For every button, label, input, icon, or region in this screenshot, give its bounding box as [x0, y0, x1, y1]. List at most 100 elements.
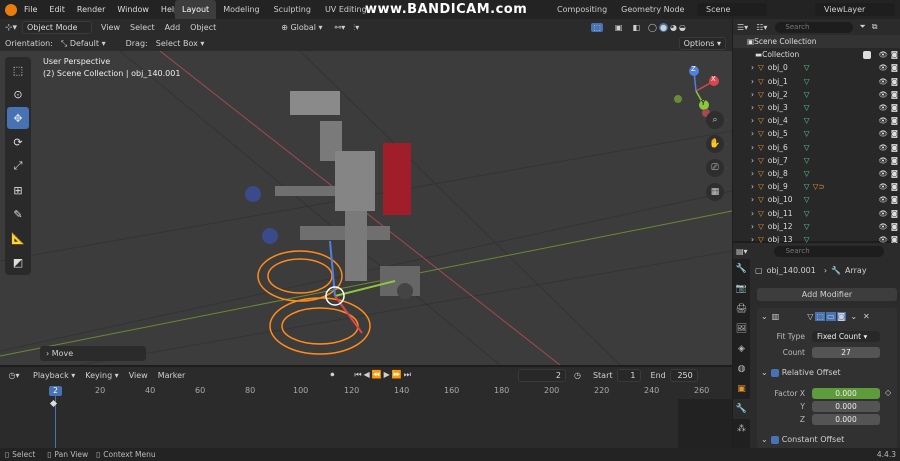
menu-add[interactable]: Add: [160, 23, 186, 32]
xray-icon[interactable]: ◧: [632, 23, 640, 32]
menu-file[interactable]: File: [18, 0, 43, 19]
shading-solid-icon[interactable]: ●: [658, 23, 668, 32]
menu-view[interactable]: View: [96, 23, 125, 32]
move-icon[interactable]: ✥: [7, 107, 29, 129]
object-visibility-icon[interactable]: 👁: [878, 182, 888, 191]
end-frame-field[interactable]: 250: [669, 368, 698, 382]
relative-offset-header[interactable]: ⌄ Relative Offset: [761, 368, 841, 377]
menu-window[interactable]: Window: [111, 0, 155, 19]
tool-tab-icon[interactable]: 🔧: [733, 259, 750, 279]
outliner-object-row[interactable]: › ▽ obj_8 ▽ 👁 ◙: [733, 167, 900, 180]
scene-tab-icon[interactable]: ◈: [733, 339, 750, 359]
object-visibility-icon[interactable]: 👁: [878, 143, 888, 152]
preview-range-icon[interactable]: ◷: [574, 371, 581, 380]
timeline-editor-icon[interactable]: ◷▾: [0, 371, 28, 380]
menu-edit[interactable]: Edit: [43, 0, 71, 19]
object-render-icon[interactable]: ◙: [891, 169, 898, 178]
modifier-collapse-icon[interactable]: ⌄: [761, 312, 768, 321]
transform-icon[interactable]: ⊞: [7, 179, 29, 201]
timeline-menu-keying[interactable]: Keying ▾: [80, 371, 123, 380]
outliner-scene-collection-row[interactable]: ▣ Scene Collection: [733, 35, 900, 49]
outliner-editor-icon[interactable]: ☰▾: [737, 23, 748, 32]
gizmo-toggle-icon[interactable]: ▣: [615, 23, 623, 32]
world-tab-icon[interactable]: ◍: [733, 359, 750, 379]
blender-logo-icon[interactable]: [5, 4, 17, 16]
overlay-icon[interactable]: ⬚: [591, 23, 603, 32]
menu-object[interactable]: Object: [185, 23, 221, 32]
outliner-display-mode-icon[interactable]: ☷▾: [756, 23, 767, 32]
playback-controls[interactable]: ⏮◀⏪▶⏩⏭: [354, 370, 413, 380]
outliner[interactable]: ☰▾ ☷▾ Search ⏷ ⧉ ▣ Scene Collection ▬ Co…: [733, 19, 900, 244]
record-icon[interactable]: ⏺: [330, 370, 334, 380]
perspective-grid-icon[interactable]: ▦: [706, 183, 724, 201]
render-tab-icon[interactable]: 📷: [733, 279, 750, 299]
mode-dropdown[interactable]: Object Mode: [22, 21, 92, 34]
object-render-icon[interactable]: ◙: [891, 143, 898, 152]
object-render-icon[interactable]: ◙: [891, 77, 898, 86]
options-dropdown[interactable]: Options ▾: [678, 37, 726, 50]
object-render-icon[interactable]: ◙: [891, 90, 898, 99]
measure-icon[interactable]: 📐: [7, 227, 29, 249]
collection-render-icon[interactable]: ◙: [891, 50, 898, 59]
tab-geometry-nodes[interactable]: Geometry Node: [614, 0, 691, 19]
relative-offset-checkbox[interactable]: [770, 368, 779, 377]
factor-x-field[interactable]: 0.000: [812, 388, 880, 399]
camera-view-icon[interactable]: ⎚: [706, 159, 724, 177]
expand-arrow-icon[interactable]: ›: [751, 116, 754, 125]
modifier-editmode-icon[interactable]: ⬚: [815, 311, 825, 321]
outliner-object-row[interactable]: › ▽ obj_12 ▽ 👁 ◙: [733, 220, 900, 233]
timeline-area[interactable]: [0, 383, 732, 448]
outliner-object-row[interactable]: › ▽ obj_10 ▽ 👁 ◙: [733, 193, 900, 206]
timeline-playhead[interactable]: 2: [49, 386, 62, 396]
object-render-icon[interactable]: ◙: [891, 63, 898, 72]
add-modifier-button[interactable]: Add Modifier: [757, 288, 897, 301]
properties-search-field[interactable]: Search: [773, 245, 884, 257]
outliner-search-field[interactable]: Search: [775, 21, 854, 33]
outliner-object-row[interactable]: › ▽ obj_11 ▽ 👁 ◙: [733, 206, 900, 219]
fit-type-dropdown[interactable]: Fixed Count ▾: [812, 331, 880, 342]
expand-arrow-icon[interactable]: ›: [751, 182, 754, 191]
object-visibility-icon[interactable]: 👁: [878, 116, 888, 125]
timeline-menu-marker[interactable]: Marker: [153, 371, 191, 380]
shading-wireframe-icon[interactable]: ◯: [648, 23, 657, 32]
object-visibility-icon[interactable]: 👁: [878, 77, 888, 86]
menu-select[interactable]: Select: [125, 23, 160, 32]
object-render-icon[interactable]: ◙: [891, 103, 898, 112]
tab-modeling[interactable]: Modeling: [216, 0, 266, 19]
modifier-remove-icon[interactable]: ✕: [863, 312, 870, 321]
object-tab-icon[interactable]: ▣: [733, 379, 750, 399]
rotate-icon[interactable]: ⟳: [7, 131, 29, 153]
modifier-dropdown-icon[interactable]: ⌄: [850, 312, 857, 321]
timeline-menu-playback[interactable]: Playback ▾: [28, 371, 80, 380]
factor-x-keyframe-icon[interactable]: ◇: [885, 388, 891, 397]
count-field[interactable]: 27: [812, 347, 880, 358]
last-operation-panel[interactable]: › Move: [40, 346, 146, 361]
outliner-object-row[interactable]: › ▽ obj_7 ▽ 👁 ◙: [733, 154, 900, 167]
constant-offset-header[interactable]: ⌄ Constant Offset: [761, 435, 844, 444]
new-collection-icon[interactable]: ⧉: [872, 22, 878, 32]
properties-editor-icon[interactable]: ▤▾: [736, 247, 748, 256]
object-render-icon[interactable]: ◙: [891, 116, 898, 125]
expand-arrow-icon[interactable]: ›: [751, 129, 754, 138]
outliner-object-row[interactable]: › ▽ obj_0 ▽ 👁 ◙: [733, 61, 900, 74]
current-frame-field[interactable]: 2: [517, 368, 566, 382]
object-render-icon[interactable]: ◙: [891, 222, 898, 231]
output-tab-icon[interactable]: 🖨: [733, 299, 750, 319]
object-visibility-icon[interactable]: 👁: [878, 209, 888, 218]
select-box-icon[interactable]: ⬚: [7, 59, 29, 81]
3d-viewport[interactable]: User Perspective (2) Scene Collection | …: [0, 51, 732, 365]
outliner-object-row[interactable]: › ▽ obj_3 ▽ 👁 ◙: [733, 101, 900, 114]
tab-compositing[interactable]: Compositing: [550, 0, 614, 19]
scale-icon[interactable]: ⤢: [7, 155, 29, 177]
annotate-icon[interactable]: ✎: [7, 203, 29, 225]
factor-y-field[interactable]: 0.000: [812, 401, 880, 412]
view-layer-tab-icon[interactable]: 🖼: [733, 319, 750, 339]
object-render-icon[interactable]: ◙: [891, 182, 898, 191]
outliner-object-row[interactable]: › ▽ obj_1 ▽ 👁 ◙: [733, 75, 900, 88]
scene-selector[interactable]: Scene: [697, 3, 767, 16]
drag-dropdown[interactable]: Select Box ▾: [152, 39, 209, 48]
zoom-icon[interactable]: ⌕: [706, 111, 724, 129]
object-visibility-icon[interactable]: 👁: [878, 63, 888, 72]
tab-sculpting[interactable]: Sculpting: [267, 0, 318, 19]
object-visibility-icon[interactable]: 👁: [878, 195, 888, 204]
